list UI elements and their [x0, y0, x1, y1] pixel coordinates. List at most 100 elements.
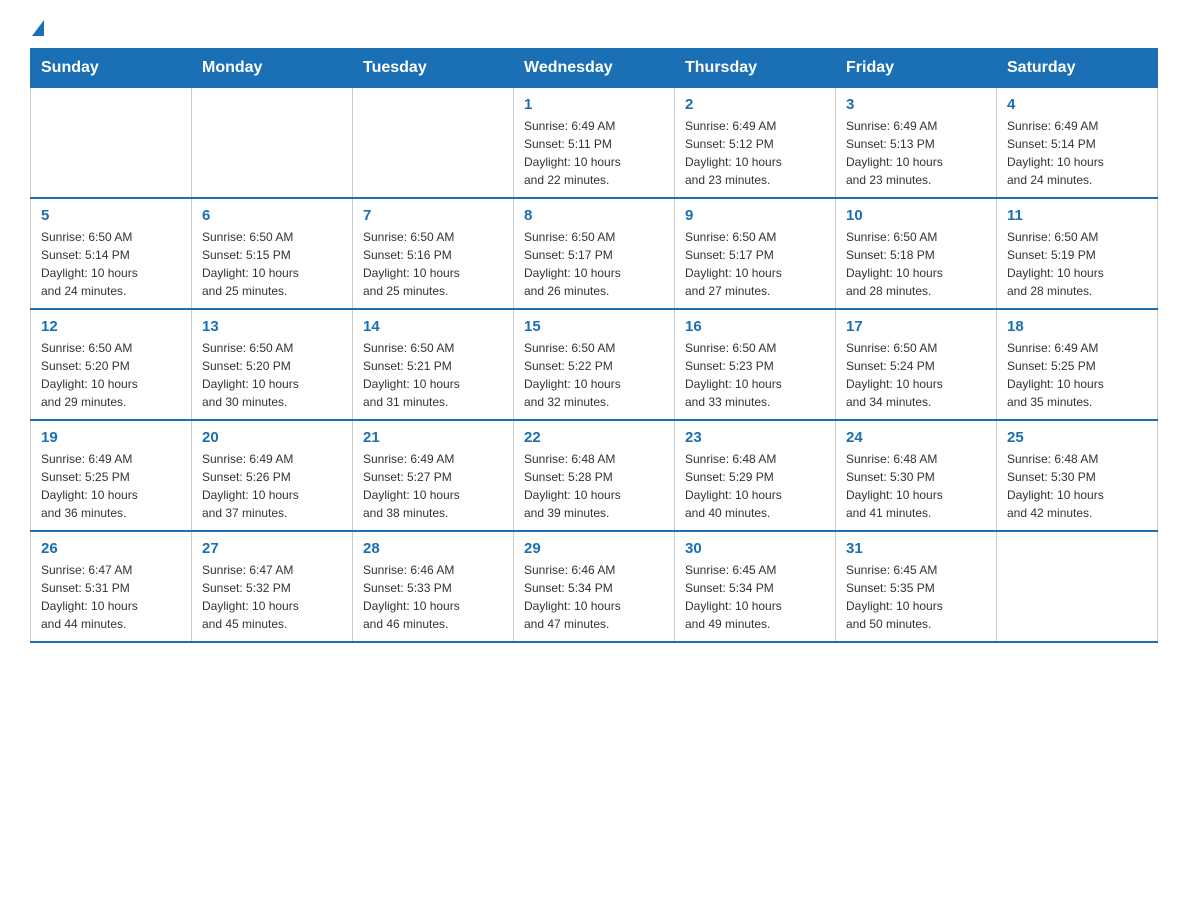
- calendar-cell: 16 Sunrise: 6:50 AM Sunset: 5:23 PM Dayli…: [675, 309, 836, 420]
- calendar-cell: 23 Sunrise: 6:48 AM Sunset: 5:29 PM Dayli…: [675, 420, 836, 531]
- calendar-cell: 11 Sunrise: 6:50 AM Sunset: 5:19 PM Dayli…: [997, 198, 1158, 309]
- calendar-cell: 12 Sunrise: 6:50 AM Sunset: 5:20 PM Dayli…: [31, 309, 192, 420]
- day-number: 10: [846, 207, 986, 224]
- calendar-week-row: 1Sunrise: 6:49 AM Sunset: 5:11 PM Daylig…: [31, 88, 1158, 199]
- calendar-week-row: 5Sunrise: 6:50 AM Sunset: 5:14 PM Daylig…: [31, 198, 1158, 309]
- calendar-cell: 17Sunrise: 6:50 AM Sunset: 5:24 PM Dayli…: [836, 309, 997, 420]
- calendar-week-row: 26 Sunrise: 6:47 AM Sunset: 5:31 PM Dayli…: [31, 531, 1158, 642]
- calendar-cell: [997, 531, 1158, 642]
- calendar-cell: 31Sunrise: 6:45 AM Sunset: 5:35 PM Dayli…: [836, 531, 997, 642]
- calendar-week-row: 12 Sunrise: 6:50 AM Sunset: 5:20 PM Dayli…: [31, 309, 1158, 420]
- day-number: 30: [685, 540, 825, 557]
- column-header-monday: Monday: [192, 49, 353, 88]
- calendar-cell: 20Sunrise: 6:49 AM Sunset: 5:26 PM Dayli…: [192, 420, 353, 531]
- day-info: Sunrise: 6:46 AM Sunset: 5:33 PM Dayligh…: [363, 561, 503, 633]
- calendar-cell: 8 Sunrise: 6:50 AM Sunset: 5:17 PM Daylig…: [514, 198, 675, 309]
- day-number: 28: [363, 540, 503, 557]
- day-number: 26: [41, 540, 181, 557]
- day-number: 2: [685, 96, 825, 113]
- day-info: Sunrise: 6:47 AM Sunset: 5:32 PM Dayligh…: [202, 561, 342, 633]
- day-info: Sunrise: 6:48 AM Sunset: 5:30 PM Dayligh…: [846, 450, 986, 522]
- day-info: Sunrise: 6:49 AM Sunset: 5:25 PM Dayligh…: [1007, 339, 1147, 411]
- calendar-cell: 13 Sunrise: 6:50 AM Sunset: 5:20 PM Dayli…: [192, 309, 353, 420]
- day-number: 29: [524, 540, 664, 557]
- day-info: Sunrise: 6:50 AM Sunset: 5:19 PM Dayligh…: [1007, 228, 1147, 300]
- day-number: 23: [685, 429, 825, 446]
- day-number: 25: [1007, 429, 1147, 446]
- day-info: Sunrise: 6:49 AM Sunset: 5:11 PM Dayligh…: [524, 117, 664, 189]
- day-number: 18: [1007, 318, 1147, 335]
- day-info: Sunrise: 6:49 AM Sunset: 5:13 PM Dayligh…: [846, 117, 986, 189]
- calendar-cell: 18 Sunrise: 6:49 AM Sunset: 5:25 PM Dayli…: [997, 309, 1158, 420]
- calendar-cell: 22 Sunrise: 6:48 AM Sunset: 5:28 PM Dayli…: [514, 420, 675, 531]
- day-number: 3: [846, 96, 986, 113]
- day-info: Sunrise: 6:50 AM Sunset: 5:20 PM Dayligh…: [41, 339, 181, 411]
- calendar-cell: 15Sunrise: 6:50 AM Sunset: 5:22 PM Dayli…: [514, 309, 675, 420]
- day-number: 12: [41, 318, 181, 335]
- day-number: 31: [846, 540, 986, 557]
- day-info: Sunrise: 6:50 AM Sunset: 5:20 PM Dayligh…: [202, 339, 342, 411]
- calendar-cell: 26 Sunrise: 6:47 AM Sunset: 5:31 PM Dayli…: [31, 531, 192, 642]
- day-info: Sunrise: 6:50 AM Sunset: 5:23 PM Dayligh…: [685, 339, 825, 411]
- day-info: Sunrise: 6:49 AM Sunset: 5:27 PM Dayligh…: [363, 450, 503, 522]
- day-number: 6: [202, 207, 342, 224]
- logo: [30, 20, 44, 28]
- calendar-cell: 1Sunrise: 6:49 AM Sunset: 5:11 PM Daylig…: [514, 88, 675, 199]
- day-info: Sunrise: 6:48 AM Sunset: 5:30 PM Dayligh…: [1007, 450, 1147, 522]
- calendar-cell: 3 Sunrise: 6:49 AM Sunset: 5:13 PM Daylig…: [836, 88, 997, 199]
- day-number: 7: [363, 207, 503, 224]
- calendar-header-row: SundayMondayTuesdayWednesdayThursdayFrid…: [31, 49, 1158, 88]
- calendar-cell: 6Sunrise: 6:50 AM Sunset: 5:15 PM Daylig…: [192, 198, 353, 309]
- day-number: 24: [846, 429, 986, 446]
- day-info: Sunrise: 6:50 AM Sunset: 5:16 PM Dayligh…: [363, 228, 503, 300]
- calendar-cell: 19 Sunrise: 6:49 AM Sunset: 5:25 PM Dayli…: [31, 420, 192, 531]
- day-number: 21: [363, 429, 503, 446]
- day-number: 15: [524, 318, 664, 335]
- calendar-cell: [192, 88, 353, 199]
- day-info: Sunrise: 6:50 AM Sunset: 5:17 PM Dayligh…: [685, 228, 825, 300]
- day-number: 27: [202, 540, 342, 557]
- day-number: 4: [1007, 96, 1147, 113]
- day-info: Sunrise: 6:49 AM Sunset: 5:14 PM Dayligh…: [1007, 117, 1147, 189]
- day-number: 19: [41, 429, 181, 446]
- day-info: Sunrise: 6:47 AM Sunset: 5:31 PM Dayligh…: [41, 561, 181, 633]
- day-number: 11: [1007, 207, 1147, 224]
- calendar-cell: 10Sunrise: 6:50 AM Sunset: 5:18 PM Dayli…: [836, 198, 997, 309]
- day-number: 8: [524, 207, 664, 224]
- calendar-cell: [31, 88, 192, 199]
- calendar-cell: 28 Sunrise: 6:46 AM Sunset: 5:33 PM Dayli…: [353, 531, 514, 642]
- column-header-saturday: Saturday: [997, 49, 1158, 88]
- day-info: Sunrise: 6:49 AM Sunset: 5:12 PM Dayligh…: [685, 117, 825, 189]
- calendar-week-row: 19 Sunrise: 6:49 AM Sunset: 5:25 PM Dayli…: [31, 420, 1158, 531]
- day-info: Sunrise: 6:48 AM Sunset: 5:29 PM Dayligh…: [685, 450, 825, 522]
- calendar-table: SundayMondayTuesdayWednesdayThursdayFrid…: [30, 48, 1158, 643]
- calendar-cell: 2 Sunrise: 6:49 AM Sunset: 5:12 PM Daylig…: [675, 88, 836, 199]
- calendar-cell: 5Sunrise: 6:50 AM Sunset: 5:14 PM Daylig…: [31, 198, 192, 309]
- day-info: Sunrise: 6:49 AM Sunset: 5:25 PM Dayligh…: [41, 450, 181, 522]
- column-header-wednesday: Wednesday: [514, 49, 675, 88]
- calendar-cell: 14Sunrise: 6:50 AM Sunset: 5:21 PM Dayli…: [353, 309, 514, 420]
- column-header-thursday: Thursday: [675, 49, 836, 88]
- calendar-cell: 30 Sunrise: 6:45 AM Sunset: 5:34 PM Dayli…: [675, 531, 836, 642]
- calendar-body: 1Sunrise: 6:49 AM Sunset: 5:11 PM Daylig…: [31, 88, 1158, 643]
- day-info: Sunrise: 6:48 AM Sunset: 5:28 PM Dayligh…: [524, 450, 664, 522]
- day-info: Sunrise: 6:46 AM Sunset: 5:34 PM Dayligh…: [524, 561, 664, 633]
- page-header: [30, 20, 1158, 28]
- day-info: Sunrise: 6:50 AM Sunset: 5:17 PM Dayligh…: [524, 228, 664, 300]
- day-number: 22: [524, 429, 664, 446]
- calendar-cell: 27 Sunrise: 6:47 AM Sunset: 5:32 PM Dayli…: [192, 531, 353, 642]
- calendar-cell: 4 Sunrise: 6:49 AM Sunset: 5:14 PM Daylig…: [997, 88, 1158, 199]
- column-header-sunday: Sunday: [31, 49, 192, 88]
- column-header-friday: Friday: [836, 49, 997, 88]
- day-number: 13: [202, 318, 342, 335]
- day-info: Sunrise: 6:50 AM Sunset: 5:21 PM Dayligh…: [363, 339, 503, 411]
- calendar-cell: 24 Sunrise: 6:48 AM Sunset: 5:30 PM Dayli…: [836, 420, 997, 531]
- day-number: 9: [685, 207, 825, 224]
- calendar-cell: 7 Sunrise: 6:50 AM Sunset: 5:16 PM Daylig…: [353, 198, 514, 309]
- column-header-tuesday: Tuesday: [353, 49, 514, 88]
- day-info: Sunrise: 6:45 AM Sunset: 5:34 PM Dayligh…: [685, 561, 825, 633]
- day-info: Sunrise: 6:49 AM Sunset: 5:26 PM Dayligh…: [202, 450, 342, 522]
- calendar-cell: 25 Sunrise: 6:48 AM Sunset: 5:30 PM Dayli…: [997, 420, 1158, 531]
- day-number: 17: [846, 318, 986, 335]
- day-number: 16: [685, 318, 825, 335]
